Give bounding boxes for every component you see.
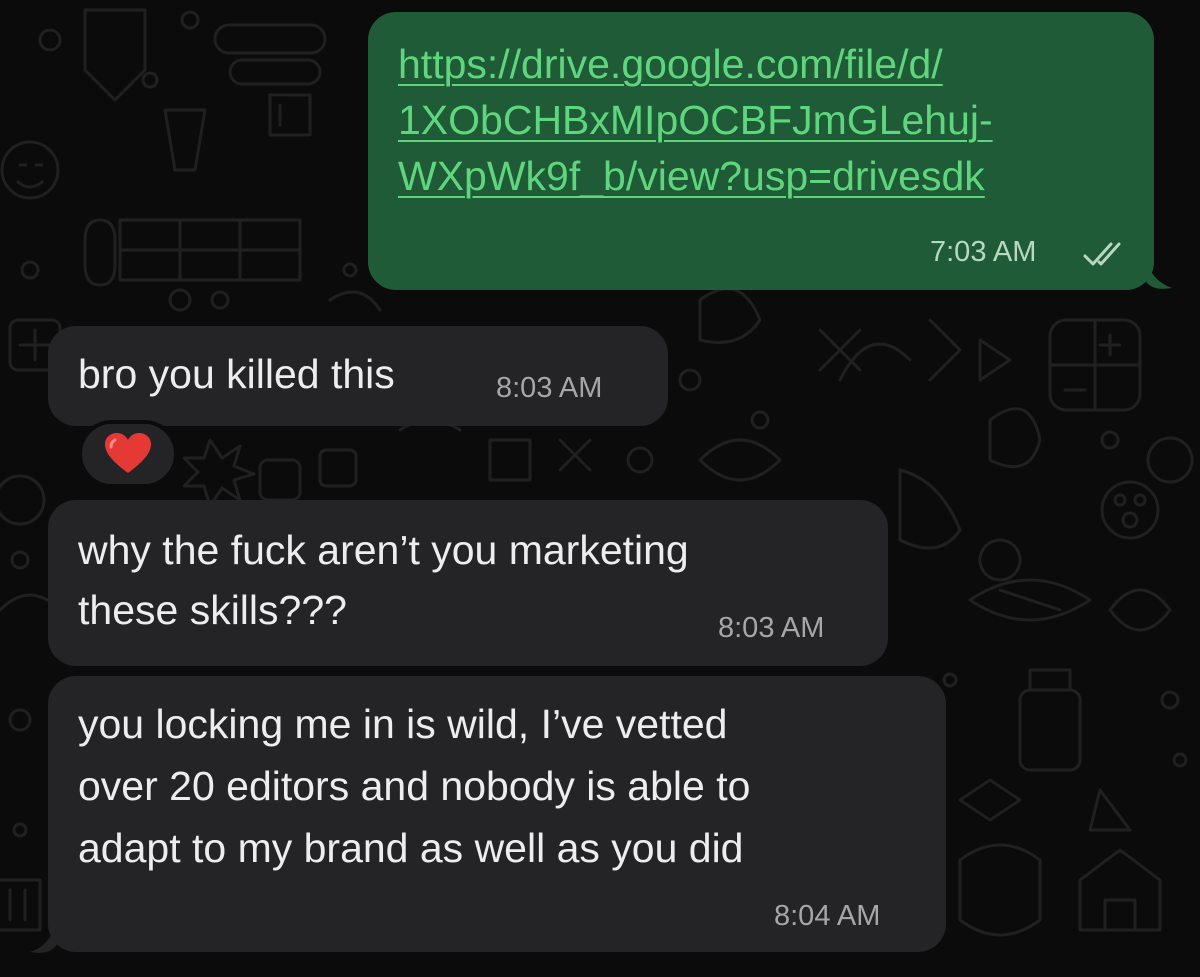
- message-timestamp: 8:03 AM: [718, 612, 825, 644]
- double-check-icon: [1083, 242, 1121, 266]
- incoming-message-bubble[interactable]: you locking me in is wild, I’ve vetted o…: [48, 676, 946, 952]
- message-text: over 20 editors and nobody is able to: [78, 763, 751, 809]
- message-timestamp: 8:04 AM: [774, 900, 881, 932]
- heart-icon: [105, 433, 151, 473]
- message-text: you locking me in is wild, I’ve vetted: [78, 701, 728, 747]
- message-timestamp: 8:03 AM: [496, 372, 603, 404]
- incoming-bubble-tail: [30, 914, 58, 953]
- message-text: why the fuck aren’t you marketing: [78, 527, 689, 573]
- incoming-message-bubble[interactable]: why the fuck aren’t you marketing these …: [48, 500, 888, 666]
- drive-link-line-3[interactable]: WXpWk9f_b/view?usp=drivesdk: [398, 148, 985, 204]
- message-text: these skills???: [78, 587, 347, 633]
- message-timestamp: 7:03 AM: [930, 236, 1037, 268]
- message-text: bro you killed this: [78, 351, 395, 397]
- message-reaction[interactable]: [78, 420, 178, 488]
- outgoing-message-bubble[interactable]: https://drive.google.com/file/d/ 1XObCHB…: [368, 12, 1154, 290]
- drive-link-line-1[interactable]: https://drive.google.com/file/d/: [398, 36, 943, 92]
- drive-link-line-2[interactable]: 1XObCHBxMIpOCBFJmGLehuj-: [398, 92, 993, 148]
- outgoing-bubble-tail: [1144, 250, 1172, 289]
- message-text: adapt to my brand as well as you did: [78, 825, 744, 871]
- incoming-message-bubble[interactable]: bro you killed this 8:03 AM: [48, 326, 668, 426]
